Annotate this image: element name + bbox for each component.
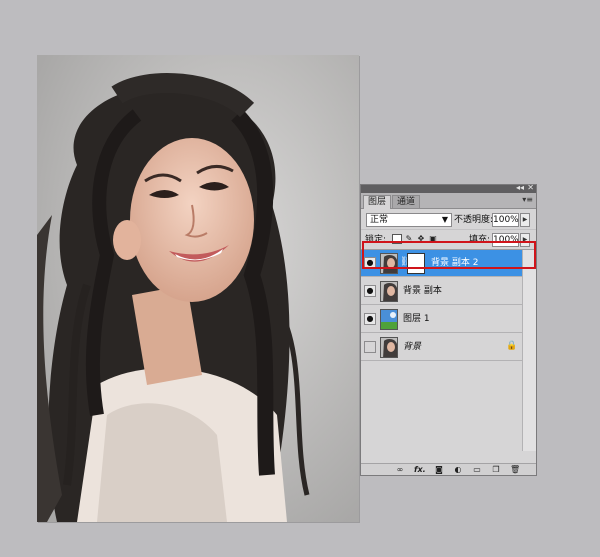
collapse-icon[interactable]: ◂◂ — [516, 183, 524, 193]
lock-icon: 🔒 — [506, 341, 518, 351]
lock-row: 锁定: ✎ ✥ ▣ 填充: 100% ▶ — [361, 230, 536, 250]
lock-brush-icon[interactable]: ✎ — [404, 234, 414, 244]
fx-icon[interactable]: fx. — [414, 465, 426, 474]
lock-all-icon[interactable]: ▣ — [428, 234, 438, 244]
layer-thumbnail — [380, 309, 398, 330]
opacity-input[interactable]: 100% — [492, 213, 519, 227]
link-icon[interactable]: ∞ — [395, 465, 405, 474]
fill-stepper-icon[interactable]: ▶ — [520, 233, 530, 247]
blend-mode-value: 正常 — [370, 215, 389, 225]
visibility-toggle[interactable] — [364, 341, 376, 353]
eye-icon[interactable]: ● — [364, 257, 376, 269]
layer-row[interactable]: ● 图层 1 — [361, 306, 523, 333]
layer-row[interactable]: ● ⛓ 背景 副本 2 — [361, 250, 523, 277]
layer-name: 图层 1 — [403, 314, 430, 324]
fill-input[interactable]: 100% — [492, 233, 519, 247]
panel-tabs: 图层 通道 ▾≡ — [361, 193, 536, 209]
eye-icon[interactable]: ● — [364, 313, 376, 325]
layer-name: 背景 副本 — [403, 286, 442, 296]
photo-illustration — [37, 55, 359, 522]
panel-titlebar[interactable]: ◂◂ ✕ — [361, 183, 536, 193]
mask-icon[interactable]: ◙ — [434, 465, 444, 474]
close-icon[interactable]: ✕ — [527, 183, 534, 193]
layer-name: 背景 副本 2 — [431, 258, 479, 268]
layer-thumbnail — [380, 281, 398, 302]
fill-label: 填充: — [469, 235, 491, 245]
opacity-stepper-icon[interactable]: ▶ — [520, 213, 530, 227]
trash-icon[interactable]: 🗑 — [510, 465, 520, 474]
layer-row[interactable]: 背景 🔒 — [361, 334, 523, 361]
eye-icon[interactable]: ● — [364, 285, 376, 297]
lock-transparent-icon[interactable] — [392, 234, 402, 244]
layer-name: 背景 — [403, 342, 422, 352]
blend-row: 正常 ▼ 不透明度: 100% ▶ — [361, 209, 536, 230]
lock-label: 锁定: — [365, 235, 387, 245]
layers-scrollbar[interactable] — [522, 250, 536, 451]
blend-mode-select[interactable]: 正常 ▼ — [366, 213, 452, 227]
document-canvas[interactable] — [37, 55, 359, 522]
tab-layers[interactable]: 图层 — [363, 195, 392, 209]
lock-move-icon[interactable]: ✥ — [416, 234, 426, 244]
new-layer-icon[interactable]: ❐ — [491, 465, 501, 474]
layer-mask-thumbnail[interactable] — [407, 253, 425, 274]
tab-channels[interactable]: 通道 — [392, 195, 421, 208]
layer-thumbnail — [380, 253, 398, 274]
layers-panel: ◂◂ ✕ 图层 通道 ▾≡ 正常 ▼ 不透明度: 100% ▶ 锁定: ✎ ✥ … — [360, 183, 537, 476]
layer-thumbnail — [380, 337, 398, 358]
folder-icon[interactable]: ▭ — [472, 465, 482, 474]
panel-footer: ∞ fx. ◙ ◐ ▭ ❐ 🗑 — [361, 463, 536, 475]
panel-menu-icon[interactable]: ▾≡ — [522, 195, 533, 204]
adjustment-icon[interactable]: ◐ — [453, 465, 463, 474]
opacity-label: 不透明度: — [454, 215, 494, 225]
layers-list: ● ⛓ 背景 副本 2 ● 背景 副本 ● 图层 1 背景 🔒 — [361, 250, 536, 451]
layer-row[interactable]: ● 背景 副本 — [361, 278, 523, 305]
chevron-down-icon: ▼ — [441, 215, 448, 224]
